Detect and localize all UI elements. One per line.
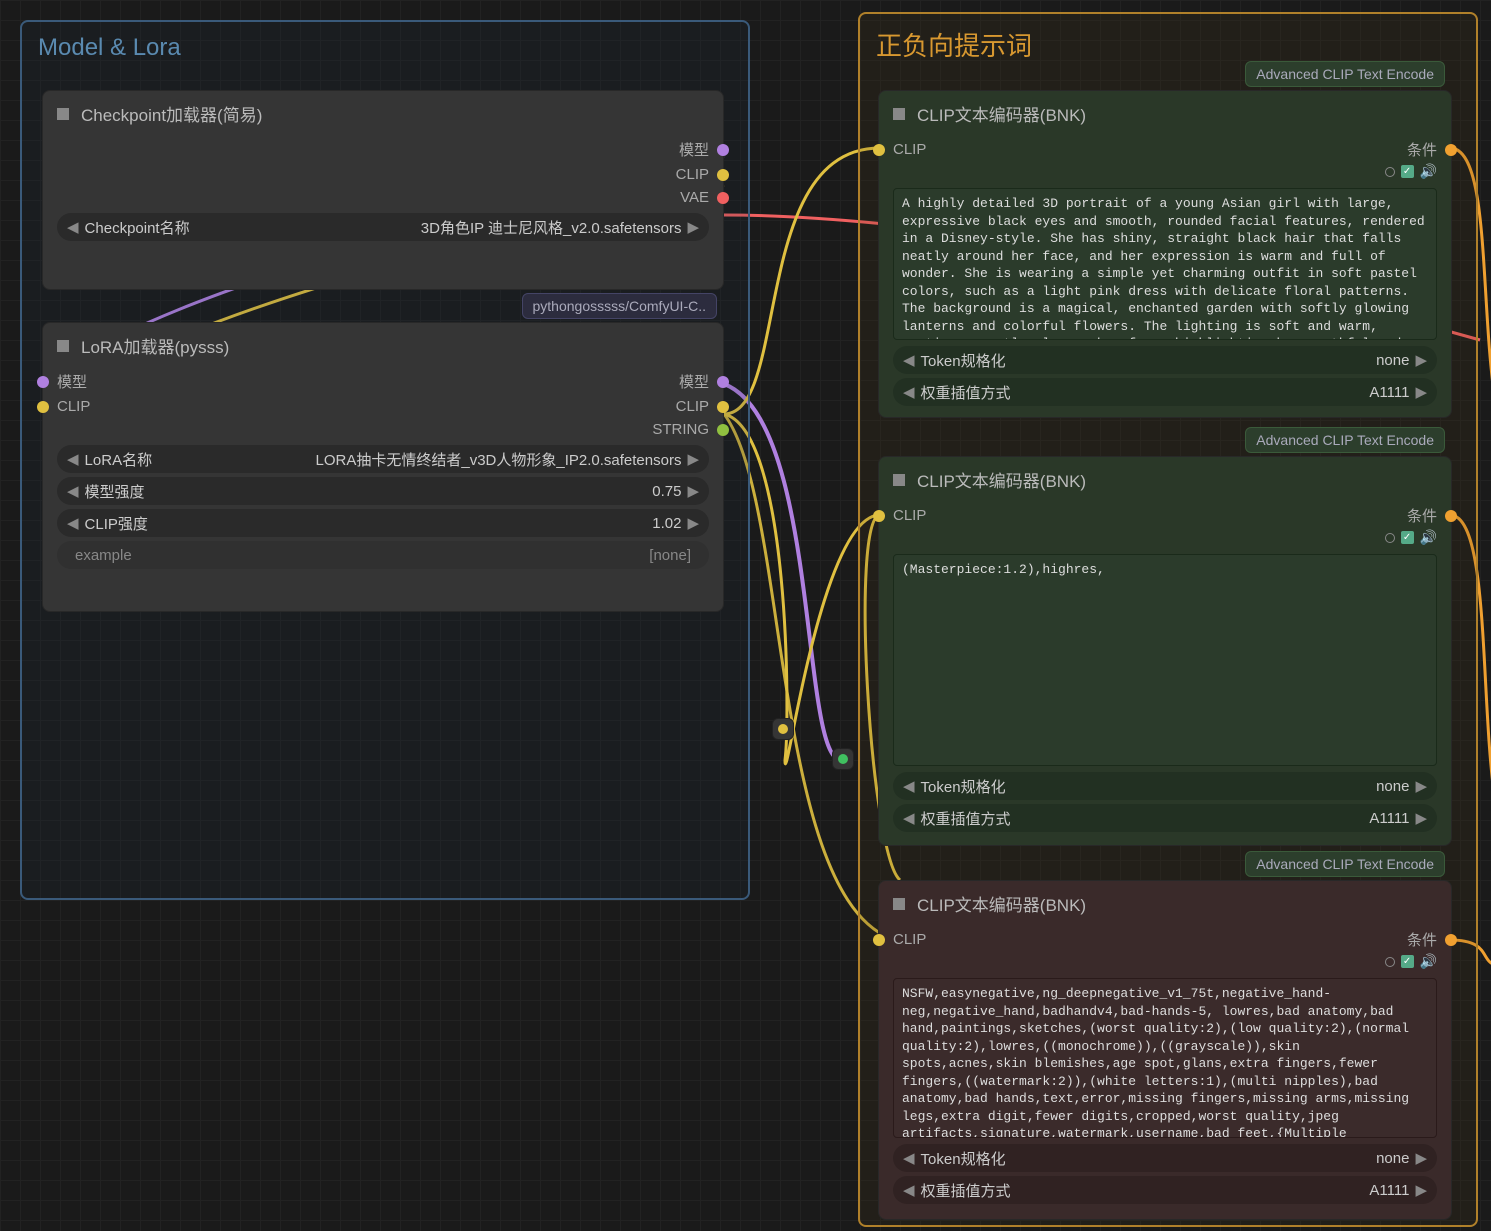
chevron-left-icon[interactable]: ◀: [67, 482, 79, 500]
model-strength-widget[interactable]: ◀ 模型强度 0.75 ▶: [57, 477, 709, 505]
node-icons: ✓ 🔊: [879, 163, 1451, 184]
port-icon[interactable]: [717, 144, 729, 156]
prompt-textarea[interactable]: (Masterpiece:1.2),highres,: [893, 554, 1437, 766]
extension-badge: Advanced CLIP Text Encode: [1245, 61, 1445, 87]
port-icon[interactable]: [717, 376, 729, 388]
chevron-right-icon[interactable]: ▶: [1415, 1181, 1427, 1199]
slot-clip-cond[interactable]: CLIP 条件: [879, 926, 1451, 953]
node-header[interactable]: Checkpoint加载器(简易): [43, 91, 723, 136]
chevron-right-icon[interactable]: ▶: [1415, 809, 1427, 827]
checkbox-icon[interactable]: ✓: [1401, 531, 1414, 544]
port-icon[interactable]: [717, 401, 729, 413]
port-icon[interactable]: [1445, 510, 1457, 522]
reroute-node[interactable]: [772, 718, 794, 740]
port-icon[interactable]: [1445, 934, 1457, 946]
port-icon[interactable]: [717, 192, 729, 204]
token-norm-widget[interactable]: ◀ Token规格化 none ▶: [893, 1144, 1437, 1172]
port-icon[interactable]: [717, 169, 729, 181]
lora-name-widget[interactable]: ◀ LoRA名称 LORA抽卡无情终结者_v3D人物形象_IP2.0.safet…: [57, 445, 709, 473]
collapse-icon[interactable]: [893, 474, 905, 486]
circle-icon[interactable]: [1385, 533, 1395, 543]
collapse-icon[interactable]: [893, 108, 905, 120]
port-icon[interactable]: [717, 424, 729, 436]
port-icon[interactable]: [778, 724, 788, 734]
slot-clip[interactable]: CLIP CLIP: [43, 395, 723, 418]
chevron-left-icon[interactable]: ◀: [903, 383, 915, 401]
circle-icon[interactable]: [1385, 957, 1395, 967]
node-title: LoRA加载器(pysss): [81, 333, 229, 358]
output-clip[interactable]: CLIP: [43, 163, 723, 186]
slot-clip-cond[interactable]: CLIP 条件: [879, 136, 1451, 163]
chevron-right-icon[interactable]: ▶: [1415, 1149, 1427, 1167]
output-vae[interactable]: VAE: [43, 186, 723, 209]
weight-interp-widget[interactable]: ◀ 权重插值方式 A1111 ▶: [893, 378, 1437, 406]
node-checkpoint-loader[interactable]: Checkpoint加载器(简易) 模型 CLIP VAE ◀ Checkpoi…: [42, 90, 724, 290]
chevron-right-icon[interactable]: ▶: [687, 218, 699, 236]
port-icon[interactable]: [838, 754, 848, 764]
chevron-right-icon[interactable]: ▶: [687, 450, 699, 468]
node-header[interactable]: LoRA加载器(pysss): [43, 323, 723, 368]
port-icon[interactable]: [37, 376, 49, 388]
collapse-icon[interactable]: [57, 108, 69, 120]
chevron-left-icon[interactable]: ◀: [903, 351, 915, 369]
node-icons: ✓ 🔊: [879, 953, 1451, 974]
output-string[interactable]: STRING: [43, 418, 723, 441]
chevron-left-icon[interactable]: ◀: [903, 1149, 915, 1167]
chevron-left-icon[interactable]: ◀: [903, 777, 915, 795]
node-title: CLIP文本编码器(BNK): [917, 891, 1086, 916]
token-norm-widget[interactable]: ◀ Token规格化 none ▶: [893, 772, 1437, 800]
chevron-left-icon[interactable]: ◀: [67, 218, 79, 236]
reroute-node[interactable]: [832, 748, 854, 770]
node-icons: ✓ 🔊: [879, 529, 1451, 550]
chevron-left-icon[interactable]: ◀: [67, 450, 79, 468]
clip-strength-widget[interactable]: ◀ CLIP强度 1.02 ▶: [57, 509, 709, 537]
weight-interp-widget[interactable]: ◀ 权重插值方式 A1111 ▶: [893, 1176, 1437, 1204]
slot-clip-cond[interactable]: CLIP 条件: [879, 502, 1451, 529]
token-norm-widget[interactable]: ◀ Token规格化 none ▶: [893, 346, 1437, 374]
output-model[interactable]: 模型: [43, 136, 723, 163]
node-title: Checkpoint加载器(简易): [81, 101, 262, 126]
speaker-icon[interactable]: 🔊: [1420, 953, 1437, 970]
node-header[interactable]: CLIP文本编码器(BNK): [879, 91, 1451, 136]
collapse-icon[interactable]: [893, 898, 905, 910]
port-icon[interactable]: [37, 401, 49, 413]
collapse-icon[interactable]: [57, 340, 69, 352]
chevron-left-icon[interactable]: ◀: [67, 514, 79, 532]
node-lora-loader[interactable]: LoRA加载器(pysss) 模型 模型 CLIP CLIP STRING ◀ …: [42, 322, 724, 612]
port-icon[interactable]: [873, 934, 885, 946]
node-clip-encode-positive-2[interactable]: Advanced CLIP Text Encode CLIP文本编码器(BNK)…: [878, 456, 1452, 846]
chevron-left-icon[interactable]: ◀: [903, 809, 915, 827]
prompt-textarea[interactable]: NSFW,easynegative,ng_deepnegative_v1_75t…: [893, 978, 1437, 1138]
group-title: Model & Lora: [22, 22, 748, 74]
chevron-right-icon[interactable]: ▶: [1415, 383, 1427, 401]
speaker-icon[interactable]: 🔊: [1420, 163, 1437, 180]
node-clip-encode-positive-1[interactable]: Advanced CLIP Text Encode CLIP文本编码器(BNK)…: [878, 90, 1452, 418]
extension-badge: Advanced CLIP Text Encode: [1245, 427, 1445, 453]
checkbox-icon[interactable]: ✓: [1401, 955, 1414, 968]
extension-badge: pythongosssss/ComfyUI-C..: [522, 293, 718, 319]
node-header[interactable]: CLIP文本编码器(BNK): [879, 881, 1451, 926]
node-clip-encode-negative[interactable]: Advanced CLIP Text Encode CLIP文本编码器(BNK)…: [878, 880, 1452, 1220]
weight-interp-widget[interactable]: ◀ 权重插值方式 A1111 ▶: [893, 804, 1437, 832]
example-widget[interactable]: example [none]: [57, 541, 709, 569]
prompt-textarea[interactable]: A highly detailed 3D portrait of a young…: [893, 188, 1437, 340]
chevron-right-icon[interactable]: ▶: [687, 514, 699, 532]
slot-model[interactable]: 模型 模型: [43, 368, 723, 395]
port-icon[interactable]: [873, 144, 885, 156]
chevron-left-icon[interactable]: ◀: [903, 1181, 915, 1199]
port-icon[interactable]: [873, 510, 885, 522]
circle-icon[interactable]: [1385, 167, 1395, 177]
chevron-right-icon[interactable]: ▶: [687, 482, 699, 500]
chevron-right-icon[interactable]: ▶: [1415, 351, 1427, 369]
speaker-icon[interactable]: 🔊: [1420, 529, 1437, 546]
node-title: CLIP文本编码器(BNK): [917, 467, 1086, 492]
chevron-right-icon[interactable]: ▶: [1415, 777, 1427, 795]
node-title: CLIP文本编码器(BNK): [917, 101, 1086, 126]
checkpoint-name-widget[interactable]: ◀ Checkpoint名称 3D角色IP 迪士尼风格_v2.0.safeten…: [57, 213, 709, 241]
extension-badge: Advanced CLIP Text Encode: [1245, 851, 1445, 877]
port-icon[interactable]: [1445, 144, 1457, 156]
node-header[interactable]: CLIP文本编码器(BNK): [879, 457, 1451, 502]
checkbox-icon[interactable]: ✓: [1401, 165, 1414, 178]
